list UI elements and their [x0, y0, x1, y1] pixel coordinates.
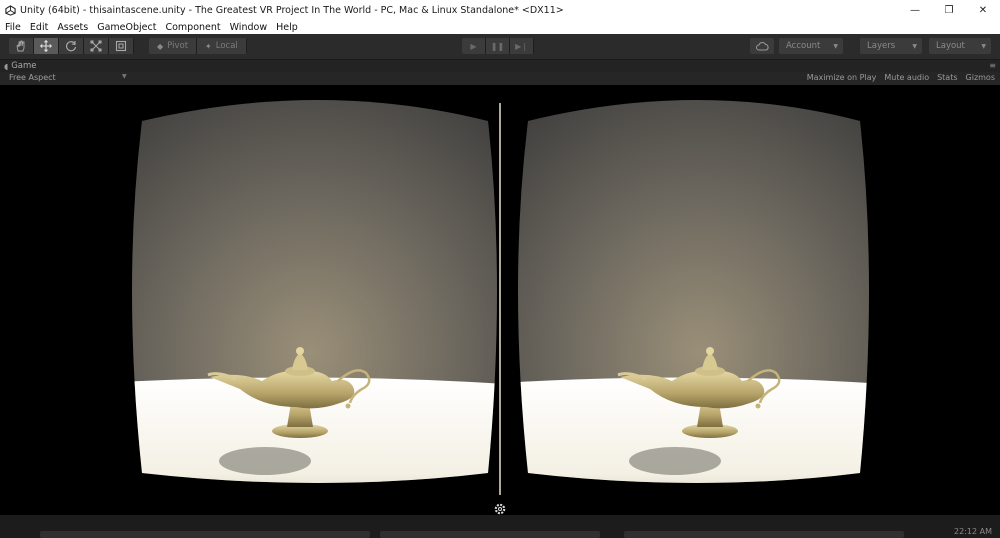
rect-tool-button[interactable]	[109, 38, 134, 54]
scale-icon	[90, 40, 102, 52]
maximize-on-play-toggle[interactable]: Maximize on Play	[807, 73, 877, 82]
account-dropdown[interactable]: Account ▼	[779, 38, 843, 54]
taskbar-segment	[624, 531, 904, 538]
hand-icon	[16, 40, 25, 52]
close-button[interactable]: ✕	[966, 0, 1000, 20]
local-icon: ✦	[205, 41, 212, 51]
cloud-icon	[755, 41, 769, 50]
layout-dropdown[interactable]: Layout ▼	[929, 38, 991, 54]
menu-bar: File Edit Assets GameObject Component Wi…	[0, 20, 1000, 34]
pivot-icon: ◆	[157, 41, 164, 51]
rotate-icon	[65, 41, 77, 52]
chevron-down-icon: ▼	[122, 73, 127, 80]
scale-tool-button[interactable]	[84, 38, 109, 54]
aspect-dropdown[interactable]: Free Aspect	[9, 73, 56, 82]
move-icon	[40, 40, 52, 52]
tab-game[interactable]: ◖ Game	[4, 60, 37, 72]
menu-help[interactable]: Help	[271, 22, 302, 33]
local-button[interactable]: ✦ Local	[197, 38, 247, 54]
layout-label: Layout	[936, 41, 965, 51]
pivot-toggles: ◆ Pivot ✦ Local	[149, 38, 247, 54]
menu-edit[interactable]: Edit	[25, 22, 52, 33]
tab-game-label: Game	[11, 61, 37, 71]
game-viewport[interactable]	[0, 85, 1000, 515]
play-button[interactable]: ▶	[462, 38, 486, 54]
account-label: Account	[786, 41, 821, 51]
menu-file[interactable]: File	[0, 22, 25, 33]
layers-label: Layers	[867, 41, 896, 51]
left-eye-view	[132, 100, 497, 483]
unity-logo-icon	[4, 4, 16, 16]
pivot-label: Pivot	[167, 41, 189, 51]
gear-icon[interactable]	[493, 502, 507, 516]
cloud-button[interactable]	[750, 38, 774, 54]
window-title-bar: Unity (64bit) - thisaintascene.unity - T…	[0, 0, 1000, 20]
pause-button[interactable]: ❚❚	[486, 38, 510, 54]
step-button[interactable]: ▶❘	[510, 38, 534, 54]
move-tool-button[interactable]	[34, 38, 59, 54]
stereo-render	[132, 100, 869, 495]
pacman-game-icon: ◖	[4, 61, 9, 71]
rect-icon	[115, 40, 127, 52]
play-icon: ▶	[470, 41, 477, 51]
taskbar-segment	[40, 531, 370, 538]
hand-tool-button[interactable]	[9, 38, 34, 54]
minimize-button[interactable]: —	[898, 0, 932, 20]
chevron-down-icon: ▼	[981, 42, 986, 50]
status-bar: 22:12 AM	[0, 515, 1000, 538]
tab-menu-icon[interactable]: ≡	[989, 61, 996, 70]
transform-tools	[9, 38, 134, 54]
menu-assets[interactable]: Assets	[52, 22, 92, 33]
window-title: Unity (64bit) - thisaintascene.unity - T…	[20, 4, 564, 16]
stats-toggle[interactable]: Stats	[937, 73, 957, 82]
rotate-tool-button[interactable]	[59, 38, 84, 54]
pivot-button[interactable]: ◆ Pivot	[149, 38, 198, 54]
taskbar-segment	[380, 531, 600, 538]
game-tab-bar: ◖ Game ≡	[0, 60, 1000, 72]
right-eye-view	[518, 100, 869, 483]
clock: 22:12 AM	[954, 527, 992, 536]
layers-dropdown[interactable]: Layers ▼	[860, 38, 922, 54]
restore-button[interactable]: ❐	[932, 0, 966, 20]
chevron-down-icon: ▼	[912, 42, 917, 50]
pause-icon: ❚❚	[490, 41, 505, 51]
menu-gameobject[interactable]: GameObject	[92, 22, 160, 33]
main-toolbar: ◆ Pivot ✦ Local ▶ ❚❚ ▶❘ Account ▼ Layers…	[0, 34, 1000, 60]
menu-component[interactable]: Component	[160, 22, 224, 33]
step-icon: ▶❘	[515, 41, 528, 51]
mute-audio-toggle[interactable]: Mute audio	[884, 73, 929, 82]
playmode-controls: ▶ ❚❚ ▶❘	[462, 38, 534, 54]
menu-window[interactable]: Window	[225, 22, 271, 33]
local-label: Local	[215, 41, 238, 51]
gizmos-dropdown[interactable]: Gizmos	[966, 73, 995, 82]
chevron-down-icon: ▼	[833, 42, 838, 50]
game-view-toolbar: Free Aspect ▼ Maximize on Play Mute audi…	[0, 72, 1000, 85]
